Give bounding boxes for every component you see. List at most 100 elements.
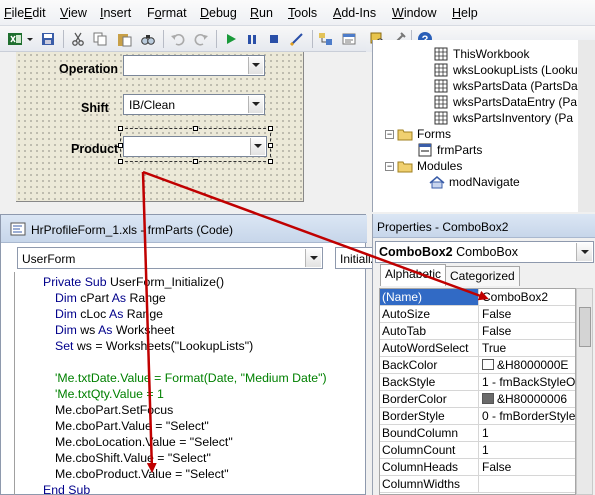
property-row[interactable]: BorderColor &H80000006 [380,391,575,408]
undo-icon[interactable] [170,31,186,47]
collapse-icon[interactable]: − [385,130,394,139]
property-value[interactable]: False [482,324,511,338]
property-row[interactable]: AutoTab False [380,323,575,340]
scrollbar-thumb[interactable] [579,307,591,347]
property-value[interactable]: &H80000006 [482,392,567,406]
chevron-down-icon[interactable] [305,249,321,267]
menu-run[interactable]: Run [250,6,273,20]
chevron-down-icon[interactable] [576,243,592,261]
reset-icon[interactable] [266,31,282,47]
chevron-down-icon[interactable] [248,57,263,74]
property-row[interactable]: AutoWordSelect True [380,340,575,357]
property-row[interactable]: ColumnHeads False [380,459,575,476]
tab-categorized[interactable]: Categorized [445,266,520,286]
copy-icon[interactable] [92,31,108,47]
menu-help[interactable]: Help [452,6,478,20]
shift-combobox[interactable]: IB/Clean [123,94,265,115]
property-row[interactable]: AutoSize False [380,306,575,323]
code-line: Me.cboProduct.Value = "Select" [55,467,229,481]
project-explorer-icon[interactable] [318,31,334,47]
properties-scrollbar[interactable] [576,288,593,495]
tree-item-modnavigate[interactable]: modNavigate [429,174,520,190]
resize-handle[interactable] [193,126,198,131]
tree-item-thisworkbook[interactable]: ThisWorkbook [433,46,529,62]
property-row[interactable]: ColumnWidths [380,476,575,493]
resize-handle[interactable] [268,159,273,164]
chevron-down-icon[interactable] [250,138,265,155]
property-value[interactable]: &H8000000E [482,358,568,372]
tree-item-wkslookuplists[interactable]: wksLookupLists (Looku [433,62,578,78]
property-value[interactable]: 0 - fmBorderStyleNone [482,409,575,423]
properties-grid: (Name) ComboBox2 AutoSize False AutoTab False… [379,288,576,495]
menu-insert[interactable]: Insert [100,6,131,20]
menu-debug[interactable]: Debug [200,6,237,20]
code-line: Dim cLoc As Range [55,307,163,321]
break-icon[interactable] [244,31,260,47]
properties-window: Properties - ComboBox2 ComboBox2 ComboBo… [372,214,595,495]
resize-handle[interactable] [118,159,123,164]
chevron-down-icon[interactable] [248,96,263,113]
resize-handle[interactable] [193,159,198,164]
paste-icon[interactable] [116,31,132,47]
tab-alphabetic[interactable]: Alphabetic [380,264,447,286]
resize-handle[interactable] [268,126,273,131]
property-row[interactable]: ColumnCount 1 [380,442,575,459]
product-combobox[interactable] [123,136,267,157]
property-value[interactable]: 1 [482,443,489,457]
menu-file[interactable]: File [4,6,24,20]
userform-designer: Operation Shift IB/Clean Product [0,52,366,212]
tree-item-modules[interactable]: Modules [397,158,462,174]
menu-format[interactable]: Format [147,6,187,20]
property-value-text: &H8000000E [497,358,569,372]
run-icon[interactable] [223,31,239,47]
code-line: Dim ws As Worksheet [55,323,174,337]
tree-item-wkspartsdata[interactable]: wksPartsData (PartsDa [433,78,578,94]
resize-handle[interactable] [118,143,123,148]
menu-window[interactable]: Window [392,6,436,20]
properties-window-icon[interactable] [341,31,357,47]
tree-item-forms[interactable]: Forms [397,126,451,142]
find-icon[interactable] [140,31,156,47]
code-text: Me.cboShift.Value = "Select" [55,451,211,465]
cut-icon[interactable] [70,31,86,47]
design-mode-icon[interactable] [289,31,305,47]
property-row[interactable]: BackStyle 1 - fmBackStyleOpaque [380,374,575,391]
menu-addins[interactable]: Add-Ins [333,6,376,20]
property-value-text: True [482,341,507,355]
procedure-dropdown[interactable]: Initialize [335,247,375,269]
property-value[interactable]: True [482,341,506,355]
property-name: AutoTab [382,324,427,338]
collapse-icon[interactable]: − [385,162,394,171]
menu-tools[interactable]: Tools [288,6,317,20]
property-value[interactable]: 1 [482,426,489,440]
save-icon[interactable] [40,31,56,47]
tree-item-label: Modules [417,159,463,173]
property-value[interactable]: False [482,307,511,321]
property-value[interactable]: ComboBox2 [479,289,575,305]
menu-view[interactable]: View [60,6,87,20]
code-line: Me.cboPart.Value = "Select" [55,419,209,433]
shift-value: IB/Clean [129,98,176,112]
property-row[interactable]: BoundColumn 1 [380,425,575,442]
project-scrollbar[interactable] [578,40,595,212]
redo-icon[interactable] [193,31,209,47]
property-row[interactable]: (Name) ComboBox2 [380,289,575,306]
operation-combobox[interactable] [123,55,265,76]
object-dropdown[interactable]: UserForm [17,247,323,269]
userform-canvas[interactable]: Operation Shift IB/Clean Product [16,52,304,202]
tree-item-wkspartsdataentry[interactable]: wksPartsDataEntry (Pa [433,94,577,110]
dropdown-arrow-icon[interactable] [26,31,34,47]
view-excel-icon[interactable] [7,31,23,47]
menu-edit[interactable]: Edit [24,6,46,20]
property-value[interactable]: False [482,460,511,474]
tree-item-frmparts[interactable]: frmParts [417,142,482,158]
property-value[interactable]: 1 - fmBackStyleOpaque [482,375,575,389]
resize-handle[interactable] [268,143,273,148]
property-row[interactable]: BorderStyle 0 - fmBorderStyleNone [380,408,575,425]
tree-item-wkspartsinventory[interactable]: wksPartsInventory (Pa [433,110,573,126]
code-comment: 'Me.txtDate.Value = Format(Date, "Medium… [55,371,327,385]
properties-object-dropdown[interactable]: ComboBox2 ComboBox [375,241,594,263]
resize-handle[interactable] [118,126,123,131]
property-row[interactable]: BackColor &H8000000E [380,357,575,374]
code-text: Range [126,307,164,321]
